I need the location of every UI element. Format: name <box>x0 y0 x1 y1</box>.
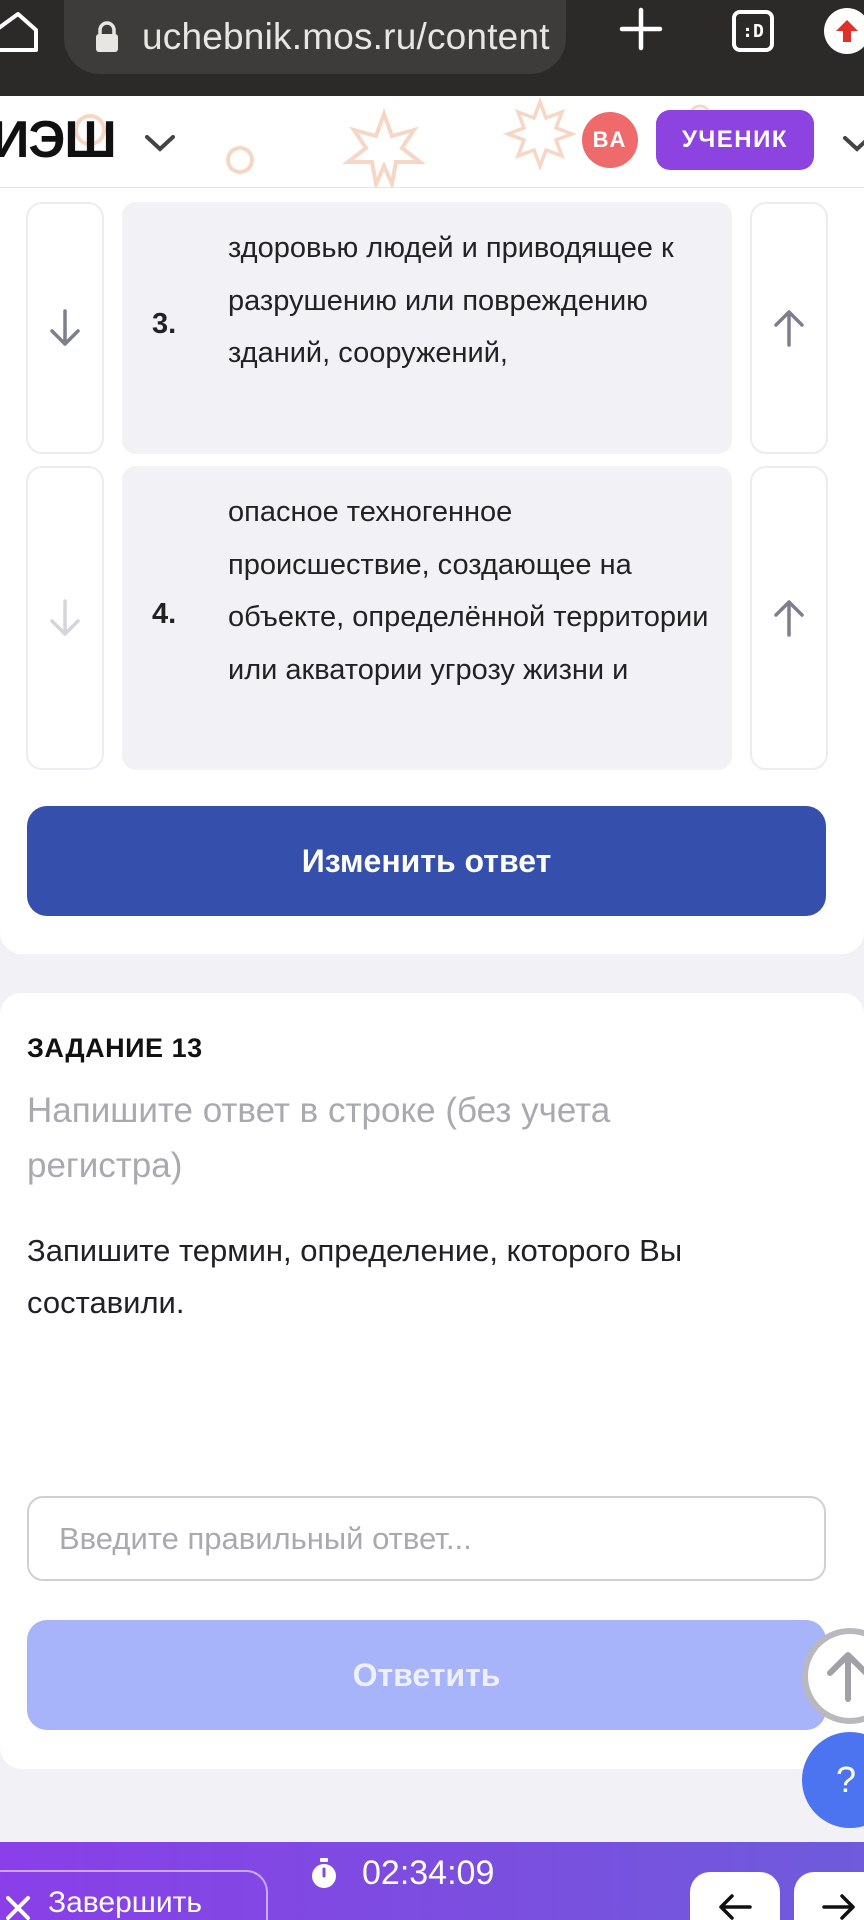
arrow-down-icon <box>50 599 80 636</box>
home-icon[interactable] <box>0 10 40 54</box>
task-hint: Напишите ответ в строке (без учета регис… <box>27 1091 611 1185</box>
move-down-button[interactable] <box>26 202 104 454</box>
timer-value: 02:34:09 <box>362 1854 495 1892</box>
chevron-down-icon[interactable] <box>144 132 176 154</box>
app-header: ИЭШ ВА УЧЕНИК <box>0 96 864 188</box>
chevron-down-icon[interactable] <box>842 134 864 154</box>
tab-switcher-button[interactable]: :D <box>732 10 774 52</box>
lock-icon <box>96 21 118 52</box>
ordering-card: 3. здоровью людей и приводящее к разруше… <box>0 188 864 954</box>
move-down-button-disabled[interactable] <box>26 466 104 770</box>
arrow-right-icon <box>822 1894 855 1920</box>
bottom-bar: Завершить 02:34:09 <box>0 1842 864 1920</box>
new-tab-icon[interactable] <box>618 6 664 52</box>
item-number: 3. <box>152 308 177 340</box>
arrow-up-icon <box>836 20 858 42</box>
item-text: опасное техногенное происшествие, создаю… <box>228 496 709 686</box>
tab-count: :D <box>742 20 764 42</box>
move-up-button[interactable] <box>750 202 828 454</box>
task-card: ЗАДАНИЕ 13 Напишите ответ в строке (без … <box>0 993 864 1769</box>
answer-input[interactable] <box>27 1496 826 1581</box>
timer: 02:34:09 <box>310 1854 494 1893</box>
url-text: uchebnik.mos.ru/content <box>142 16 550 57</box>
address-bar[interactable]: uchebnik.mos.ru/content <box>64 0 566 74</box>
arrow-up-icon <box>827 1652 864 1702</box>
change-answer-button[interactable]: Изменить ответ <box>27 806 826 916</box>
item-text: здоровью людей и приводящее к разрушению… <box>228 232 674 369</box>
update-button[interactable] <box>824 8 864 54</box>
item-number: 4. <box>152 598 177 630</box>
arrow-up-icon <box>774 310 804 347</box>
avatar[interactable]: ВА <box>582 112 638 168</box>
finish-label: Завершить <box>48 1886 202 1919</box>
arrow-down-icon <box>50 309 80 346</box>
arrow-up-icon <box>774 600 804 637</box>
role-badge[interactable]: УЧЕНИК <box>656 110 814 170</box>
question-mark-icon: ? <box>836 1759 857 1800</box>
finish-button[interactable]: Завершить <box>0 1870 268 1920</box>
list-item[interactable]: 3. здоровью людей и приводящее к разруше… <box>122 202 732 454</box>
stopwatch-icon <box>312 1857 336 1888</box>
previous-task-button[interactable] <box>690 1872 780 1920</box>
next-task-button[interactable] <box>794 1872 864 1920</box>
move-up-button[interactable] <box>750 466 828 770</box>
app-logo[interactable]: ИЭШ <box>0 110 117 170</box>
task-title: ЗАДАНИЕ 13 <box>27 1033 203 1063</box>
list-item[interactable]: 4. опасное техногенное происшествие, соз… <box>122 466 732 770</box>
close-icon <box>6 1896 30 1920</box>
submit-answer-button[interactable]: Ответить <box>27 1620 826 1730</box>
task-question: Запишите термин, определение, которого В… <box>27 1233 683 1320</box>
arrow-left-icon <box>719 1894 752 1920</box>
browser-toolbar: uchebnik.mos.ru/content :D <box>0 0 864 96</box>
